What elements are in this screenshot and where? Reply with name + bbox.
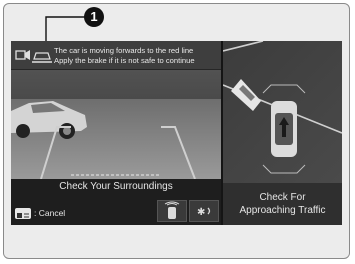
top-down-view: Check For Approaching Traffic bbox=[223, 41, 342, 225]
parking-sensor-icon bbox=[164, 201, 180, 219]
check-surroundings-label: Check Your Surroundings bbox=[59, 181, 173, 192]
warning-message-bar: The car is moving forwards to the red li… bbox=[11, 41, 221, 70]
callout-badge: 1 bbox=[84, 7, 104, 27]
camera-view-button[interactable]: ✱ bbox=[189, 200, 219, 222]
camera-warning-icon bbox=[14, 45, 52, 65]
cancel-button-icon bbox=[15, 208, 31, 219]
warning-message-line2: Apply the brake if it is not safe to con… bbox=[54, 56, 195, 65]
top-down-scene bbox=[223, 41, 342, 174]
display-screen: The car is moving forwards to the red li… bbox=[11, 41, 342, 225]
parking-sensor-button[interactable] bbox=[157, 200, 187, 222]
check-traffic-line2: Approaching Traffic bbox=[239, 205, 326, 216]
warning-message-line1: The car is moving forwards to the red li… bbox=[54, 46, 194, 55]
check-traffic-label: Check For Approaching Traffic bbox=[223, 191, 342, 217]
parking-guide-lines bbox=[40, 126, 196, 180]
svg-text:✱: ✱ bbox=[197, 207, 205, 218]
cancel-label: : Cancel bbox=[34, 208, 66, 218]
camera-view-icon: ✱ bbox=[197, 207, 211, 218]
front-camera-view: The car is moving forwards to the red li… bbox=[11, 41, 221, 225]
check-traffic-line1: Check For bbox=[259, 192, 306, 203]
